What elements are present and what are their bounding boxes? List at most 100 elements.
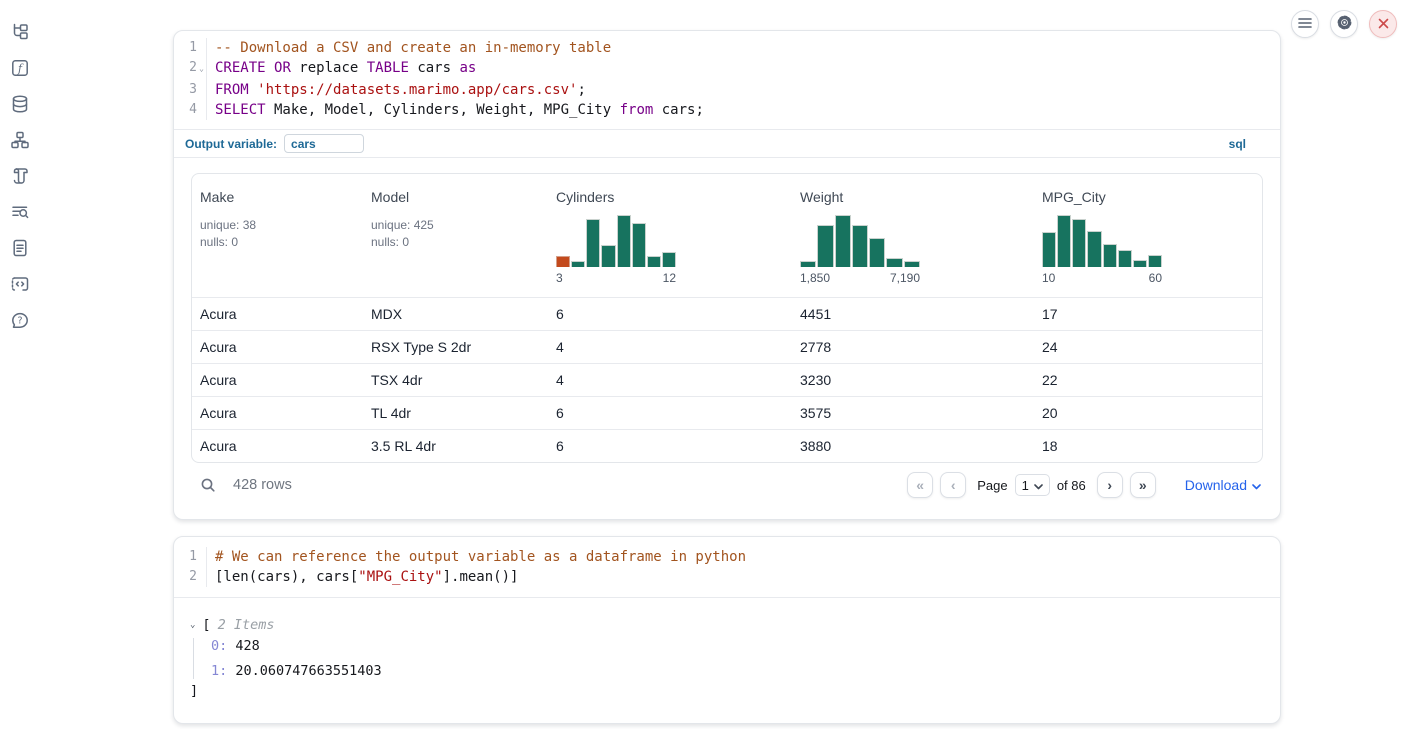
line-number-gutter: 4	[174, 100, 207, 120]
axis-max-label: 7,190	[890, 271, 920, 285]
histogram-bar	[800, 261, 816, 267]
fold-chevron-icon[interactable]: ⌄	[197, 58, 206, 80]
table-cell: Acura	[192, 339, 363, 355]
output-variable-input[interactable]	[284, 134, 364, 153]
histogram-bar	[869, 238, 885, 267]
chevron-down-icon	[1034, 478, 1043, 493]
histogram-axis: 312	[556, 271, 676, 285]
table-cell: 4	[548, 372, 792, 388]
table-footer: 428 rows « ‹ Page 1 of 86 › » Download	[191, 465, 1263, 505]
table-cell: 3.5 RL 4dr	[363, 438, 548, 454]
tree-item: 1: 20.060747663551403	[211, 663, 1264, 679]
table-cell: 17	[1034, 306, 1262, 322]
download-label: Download	[1185, 477, 1247, 493]
table-cell: Acura	[192, 306, 363, 322]
code-text: SELECT Make, Model, Cylinders, Weight, M…	[207, 100, 704, 120]
fold-spacer	[197, 80, 206, 100]
scroll-icon[interactable]	[10, 166, 30, 186]
pagination: « ‹ Page 1 of 86 › » Download	[907, 472, 1261, 498]
python-code-editor[interactable]: 1# We can reference the output variable …	[174, 537, 1280, 597]
next-page-button[interactable]: ›	[1097, 472, 1123, 498]
column-histogram: 312	[556, 213, 676, 285]
table-row: Acura3.5 RL 4dr6388018	[192, 429, 1262, 462]
table-cell: TSX 4dr	[363, 372, 548, 388]
hamburger-icon	[1298, 17, 1312, 32]
database-icon[interactable]	[10, 94, 30, 114]
page-select[interactable]: 1	[1015, 474, 1050, 496]
code-text: # We can reference the output variable a…	[207, 547, 746, 567]
language-badge: sql	[1229, 137, 1246, 151]
histogram-bar	[571, 261, 585, 267]
histogram-bar	[904, 261, 920, 267]
output-variable-row: Output variable: sql	[174, 129, 1280, 157]
collapse-chevron-icon[interactable]: ⌄	[190, 620, 195, 630]
line-number-gutter: 3	[174, 80, 207, 100]
axis-min-label: 1,850	[800, 271, 830, 285]
settings-button[interactable]	[1330, 10, 1358, 38]
download-button[interactable]: Download	[1185, 477, 1261, 493]
histogram-bar	[586, 219, 600, 267]
python-cell: 1# We can reference the output variable …	[173, 536, 1281, 724]
column-header-make[interactable]: Make unique: 38nulls: 0	[192, 189, 363, 297]
code-line[interactable]: 2[len(cars), cars["MPG_City"].mean()]	[174, 567, 1280, 587]
search-icon[interactable]	[199, 476, 217, 494]
code-line[interactable]: 1-- Download a CSV and create an in-memo…	[174, 38, 1280, 58]
histogram-bar	[852, 225, 868, 267]
file-tree-icon[interactable]	[10, 22, 30, 42]
first-page-button[interactable]: «	[907, 472, 933, 498]
code-embed-icon[interactable]	[10, 274, 30, 294]
histogram-axis: 1060	[1042, 271, 1162, 285]
code-line[interactable]: 3FROM 'https://datasets.marimo.app/cars.…	[174, 80, 1280, 100]
line-number-gutter: 2	[174, 567, 207, 587]
list-search-icon[interactable]	[10, 202, 30, 222]
table-cell: 6	[548, 306, 792, 322]
histogram-bar	[1118, 250, 1132, 267]
sidebar-panel: f ?	[0, 22, 40, 330]
table-cell: 6	[548, 405, 792, 421]
menu-button[interactable]	[1291, 10, 1319, 38]
document-icon[interactable]	[10, 238, 30, 258]
tree-item-value: 428	[235, 638, 259, 654]
table-cell: 4	[548, 339, 792, 355]
code-text: -- Download a CSV and create an in-memor…	[207, 38, 611, 58]
fold-spacer	[197, 38, 206, 58]
table-cell: 24	[1034, 339, 1262, 355]
column-histogram: 1060	[1042, 213, 1162, 285]
histogram-bar	[617, 215, 631, 267]
table-cell: 4451	[792, 306, 1034, 322]
histogram-bar	[886, 258, 902, 267]
column-header-cylinders[interactable]: Cylinders312	[548, 189, 792, 297]
histogram-bar	[1057, 215, 1071, 267]
line-number-gutter: 1	[174, 38, 207, 58]
table-cell: 3880	[792, 438, 1034, 454]
tree-item: 0: 428	[211, 638, 1264, 654]
sql-cell: 1-- Download a CSV and create an in-memo…	[173, 30, 1281, 520]
sql-code-editor[interactable]: 1-- Download a CSV and create an in-memo…	[174, 31, 1280, 129]
rows-count: 428 rows	[233, 477, 292, 493]
code-line[interactable]: 2⌄CREATE OR replace TABLE cars as	[174, 58, 1280, 80]
prev-page-button[interactable]: ‹	[940, 472, 966, 498]
function-icon[interactable]: f	[10, 58, 30, 78]
svg-text:?: ?	[17, 316, 22, 327]
column-stats: unique: 425nulls: 0	[371, 217, 548, 251]
page-select-value: 1	[1022, 478, 1029, 493]
column-header-model[interactable]: Modelunique: 425nulls: 0	[363, 189, 548, 297]
table-cell: Acura	[192, 405, 363, 421]
close-x-icon	[1378, 17, 1389, 32]
dependency-graph-icon[interactable]	[10, 130, 30, 150]
code-line[interactable]: 4SELECT Make, Model, Cylinders, Weight, …	[174, 100, 1280, 120]
table-cell: 3575	[792, 405, 1034, 421]
column-stats: unique: 38nulls: 0	[200, 217, 363, 251]
column-name: Weight	[800, 189, 1034, 205]
table-row: AcuraTL 4dr6357520	[192, 396, 1262, 429]
column-name: Make	[200, 189, 363, 205]
axis-max-label: 12	[663, 271, 676, 285]
table-cell: Acura	[192, 372, 363, 388]
column-header-mpg_city[interactable]: MPG_City1060	[1034, 189, 1262, 297]
last-page-button[interactable]: »	[1130, 472, 1156, 498]
column-header-weight[interactable]: Weight 1,850 7,190	[792, 189, 1034, 297]
code-line[interactable]: 1# We can reference the output variable …	[174, 547, 1280, 567]
table-cell: 2778	[792, 339, 1034, 355]
shutdown-button[interactable]	[1369, 10, 1397, 38]
help-bubble-icon[interactable]: ?	[10, 310, 30, 330]
